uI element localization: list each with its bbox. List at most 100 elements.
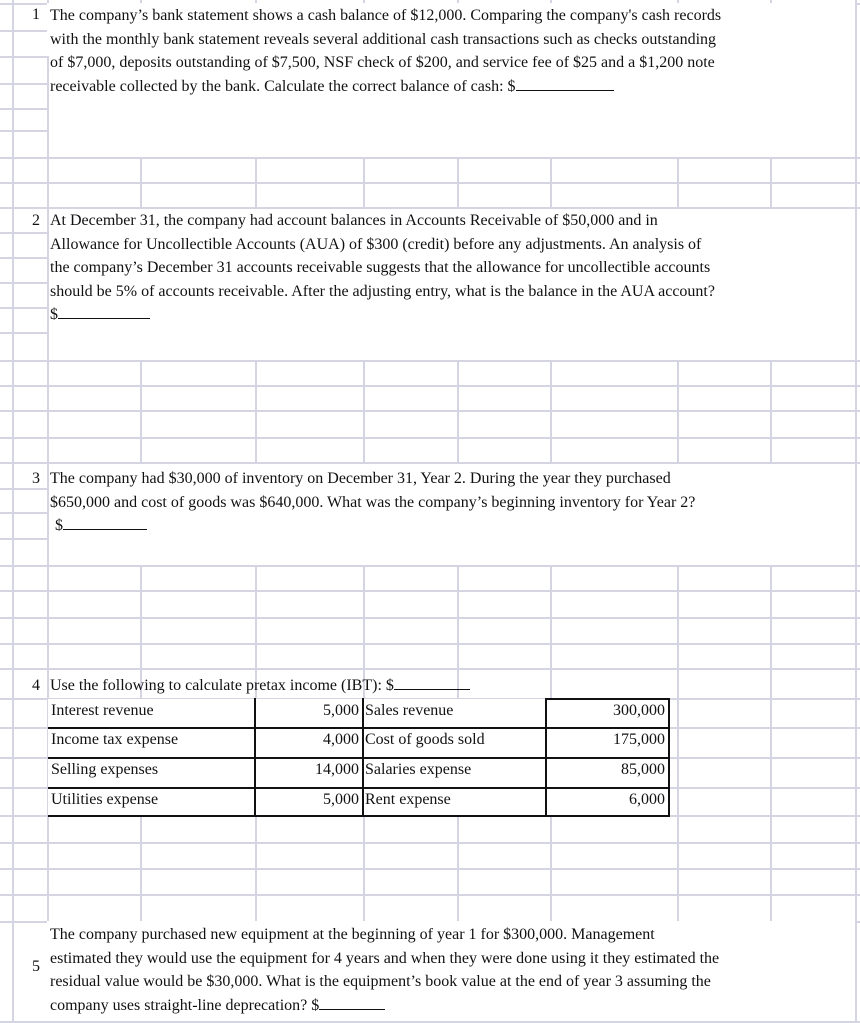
column-gridline: [855, 617, 857, 645]
question-2-number: 2: [32, 212, 40, 229]
column-gridline: [12, 538, 14, 567]
column-gridline: [677, 617, 679, 645]
column-gridline: [363, 437, 365, 464]
column-gridline: [550, 565, 552, 592]
left-item-value: 5,000: [323, 702, 359, 719]
column-gridline: [855, 3, 857, 32]
column-gridline: [550, 643, 552, 670]
column-gridline: [770, 698, 772, 729]
answer-blank-3[interactable]: [63, 514, 147, 530]
row-gridline: [0, 512, 47, 514]
column-gridline: [12, 842, 14, 870]
right-item-value: 300,000: [613, 702, 665, 719]
column-gridline: [855, 868, 857, 896]
column-gridline: [457, 894, 459, 923]
column-gridline: [255, 360, 257, 387]
column-gridline: [140, 157, 142, 184]
column-gridline: [770, 643, 772, 670]
column-gridline: [550, 617, 552, 645]
question-4-text: Use the following to calculate pretax in…: [50, 674, 470, 698]
column-gridline: [457, 868, 459, 896]
column-gridline: [855, 332, 857, 362]
column-gridline: [255, 182, 257, 209]
column-gridline: [770, 410, 772, 439]
column-gridline: [363, 360, 365, 387]
column-gridline: [12, 257, 14, 284]
column-gridline: [363, 565, 365, 592]
column-gridline: [140, 437, 142, 464]
column-gridline: [457, 643, 459, 670]
column-gridline: [47, 108, 49, 132]
question-5-line: company uses straight-line deprecation? …: [50, 994, 719, 1018]
row-gridline: [0, 257, 47, 259]
column-gridline: [47, 437, 49, 464]
column-gridline: [12, 698, 14, 729]
question-5-number: 5: [32, 958, 40, 975]
row-gridline: [0, 232, 47, 234]
question-1-text: The company’s bank statement shows a cas…: [50, 4, 721, 98]
column-gridline: [855, 643, 857, 670]
column-gridline: [457, 157, 459, 184]
question-2-line: At December 31, the company had account …: [50, 212, 658, 229]
column-gridline: [855, 182, 857, 209]
column-gridline: [47, 842, 49, 870]
column-gridline: [140, 815, 142, 844]
table-border: [362, 698, 364, 817]
column-gridline: [457, 565, 459, 592]
row-gridline: [0, 617, 860, 619]
column-gridline: [47, 668, 49, 700]
column-gridline: [140, 385, 142, 412]
column-gridline: [47, 868, 49, 896]
column-gridline: [855, 512, 857, 540]
column-gridline: [770, 617, 772, 645]
column-gridline: [855, 282, 857, 309]
column-gridline: [47, 565, 49, 592]
answer-blank-4[interactable]: [393, 674, 470, 690]
column-gridline: [12, 0, 14, 4]
column-gridline: [550, 815, 552, 844]
column-gridline: [855, 130, 857, 159]
answer-blank-1[interactable]: [515, 75, 614, 91]
column-gridline: [855, 538, 857, 567]
question-3-number: 3: [32, 470, 40, 487]
column-gridline: [363, 385, 365, 412]
column-gridline: [457, 182, 459, 209]
column-gridline: [255, 842, 257, 870]
column-gridline: [855, 307, 857, 334]
column-gridline: [12, 83, 14, 110]
question-3-text: The company had $30,000 of inventory on …: [50, 467, 695, 538]
column-gridline: [855, 360, 857, 387]
column-gridline: [855, 83, 857, 110]
table-border: [48, 787, 669, 789]
column-gridline: [550, 842, 552, 870]
column-gridline: [12, 894, 14, 923]
column-gridline: [12, 207, 14, 234]
row-gridline: [0, 894, 860, 896]
column-gridline: [855, 410, 857, 439]
answer-blank-2[interactable]: [58, 303, 150, 319]
left-item-label: Selling expenses: [51, 761, 159, 778]
question-1-prompt: receivable collected by the bank. Calcul…: [50, 77, 516, 95]
column-gridline: [855, 787, 857, 817]
question-4-number: 4: [32, 677, 40, 694]
column-gridline: [47, 643, 49, 670]
column-gridline: [140, 842, 142, 870]
column-gridline: [550, 410, 552, 439]
column-gridline: [363, 868, 365, 896]
column-gridline: [855, 757, 857, 789]
column-gridline: [12, 307, 14, 334]
column-gridline: [140, 590, 142, 619]
column-gridline: [855, 815, 857, 844]
column-gridline: [12, 590, 14, 619]
table-border: [545, 698, 547, 817]
column-gridline: [855, 894, 857, 923]
right-item-label: Rent expense: [365, 791, 451, 808]
column-gridline: [677, 565, 679, 592]
column-gridline: [47, 512, 49, 540]
column-gridline: [12, 921, 14, 1023]
column-gridline: [140, 894, 142, 923]
table-border: [48, 757, 669, 759]
answer-blank-5[interactable]: [319, 994, 386, 1010]
column-gridline: [457, 385, 459, 412]
column-gridline: [12, 232, 14, 259]
